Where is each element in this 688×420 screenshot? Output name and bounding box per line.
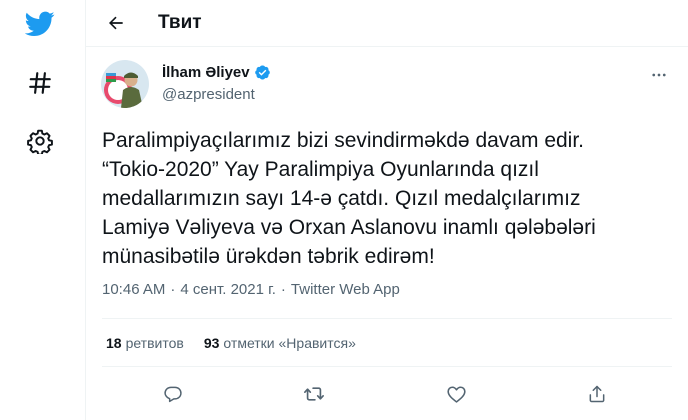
heart-icon xyxy=(446,385,466,403)
tweet-stats: 18 ретвитов 93 отметки «Нравится» xyxy=(106,335,376,351)
meta-separator: · xyxy=(170,281,176,298)
left-nav-rail xyxy=(0,0,84,420)
author-handle[interactable]: @azpresident xyxy=(162,86,255,103)
retweets-stat[interactable]: 18 ретвитов xyxy=(106,335,184,351)
page-header: Твит xyxy=(86,0,688,47)
likes-label: отметки «Нравится» xyxy=(223,335,356,351)
arrow-left-icon xyxy=(109,16,123,30)
retweet-button[interactable] xyxy=(298,378,330,410)
like-button[interactable] xyxy=(440,378,472,410)
reply-icon xyxy=(164,386,182,403)
tweet-source[interactable]: Twitter Web App xyxy=(291,281,400,298)
meta-separator: · xyxy=(280,281,286,298)
tweet-text: Paralimpiyaçılarımız bizi sevindirməkdə … xyxy=(102,129,596,268)
likes-count: 93 xyxy=(203,335,220,351)
divider xyxy=(102,318,672,319)
hashtag-icon xyxy=(29,72,51,94)
tweet-meta: 10:46 AM · 4 сент. 2021 г. · Twitter Web… xyxy=(102,281,400,298)
page-title: Твит xyxy=(158,12,202,33)
avatar-photo xyxy=(101,60,149,108)
retweet-icon xyxy=(304,387,324,401)
tweet-actions xyxy=(86,378,688,410)
more-options-button[interactable] xyxy=(646,62,672,88)
settings-gear-icon xyxy=(27,129,53,154)
back-button[interactable] xyxy=(100,7,132,39)
divider xyxy=(102,366,672,367)
retweets-count: 18 xyxy=(106,335,122,351)
verified-badge-icon xyxy=(254,64,271,81)
settings-button[interactable] xyxy=(18,119,62,163)
author-avatar[interactable] xyxy=(101,60,149,108)
share-button[interactable] xyxy=(581,378,613,410)
likes-stat[interactable]: 93 отметки «Нравится» xyxy=(204,335,356,351)
tweet-date[interactable]: 4 сент. 2021 г. xyxy=(180,281,276,298)
retweets-label: ретвитов xyxy=(125,335,184,351)
explore-button[interactable] xyxy=(18,61,62,105)
tweet-time[interactable]: 10:46 AM xyxy=(102,281,165,298)
author-name-row: İlham Əliyev xyxy=(162,64,271,81)
twitter-home-button[interactable] xyxy=(18,2,62,46)
share-icon xyxy=(589,385,605,403)
twitter-bird-icon xyxy=(25,11,55,36)
author-name[interactable]: İlham Əliyev xyxy=(162,64,250,81)
tweet-detail-column: Твит İlham Əliyev @azpresident Paralimpi… xyxy=(85,0,688,420)
reply-button[interactable] xyxy=(157,378,189,410)
more-dots-icon xyxy=(652,73,666,77)
